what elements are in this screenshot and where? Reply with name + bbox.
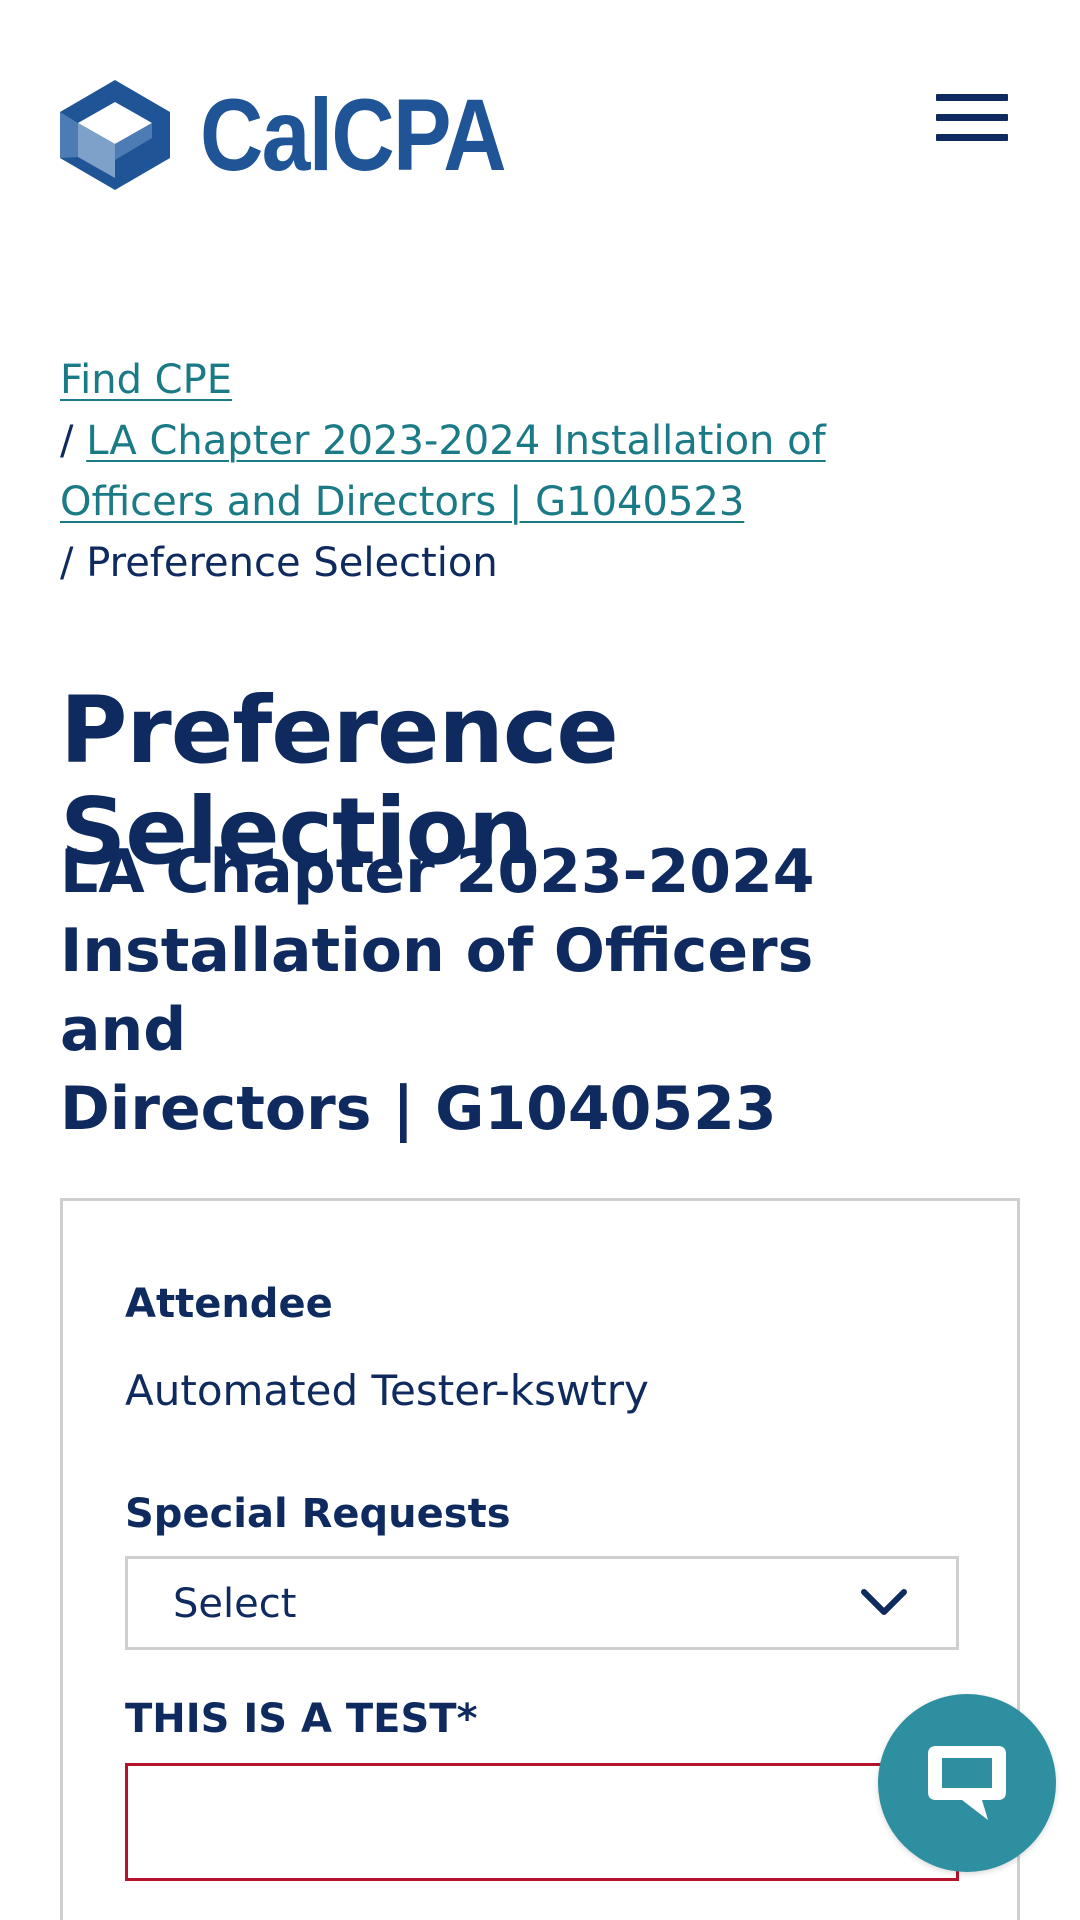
special-requests-label: Special Requests [125, 1491, 511, 1537]
breadcrumb-link-event-cont[interactable]: Officers and Directors | G1040523 [60, 479, 744, 525]
test-field-label: THIS IS A TEST* [125, 1696, 478, 1742]
calcpa-logo[interactable]: CalCPA [60, 80, 555, 190]
event-title-line: LA Chapter 2023-2024 [60, 837, 815, 907]
chat-button[interactable] [878, 1694, 1056, 1872]
breadcrumb-separator: / [60, 418, 74, 464]
chat-bubble-icon [928, 1746, 1006, 1820]
calcpa-logo-icon [60, 80, 170, 190]
site-header: CalCPA [0, 0, 1080, 230]
breadcrumb: Find CPE / LA Chapter 2023-2024 Installa… [60, 350, 960, 594]
special-requests-selected-value: Select [173, 1581, 297, 1627]
hamburger-menu-icon[interactable] [936, 92, 1010, 144]
event-title-line: Directors | G1040523 [60, 1074, 777, 1144]
breadcrumb-separator: / [60, 540, 74, 586]
chevron-down-icon [861, 1589, 907, 1615]
attendee-label: Attendee [125, 1281, 333, 1327]
breadcrumb-current: Preference Selection [86, 540, 498, 586]
event-title: LA Chapter 2023-2024 Installation of Off… [60, 833, 960, 1149]
logo-wordmark: CalCPA [200, 78, 507, 192]
event-title-line: Installation of Officers and [60, 916, 814, 1065]
page: CalCPA Find CPE / LA Chapter 2023-2024 I… [0, 0, 1080, 1920]
breadcrumb-link-event[interactable]: LA Chapter 2023-2024 Installation of [86, 418, 825, 464]
preference-form-card: Attendee Automated Tester-kswtry Special… [60, 1198, 1020, 1920]
breadcrumb-link-find-cpe[interactable]: Find CPE [60, 357, 232, 403]
special-requests-select[interactable]: Select [125, 1556, 959, 1650]
test-field-input[interactable] [125, 1763, 959, 1881]
attendee-value: Automated Tester-kswtry [125, 1366, 649, 1415]
